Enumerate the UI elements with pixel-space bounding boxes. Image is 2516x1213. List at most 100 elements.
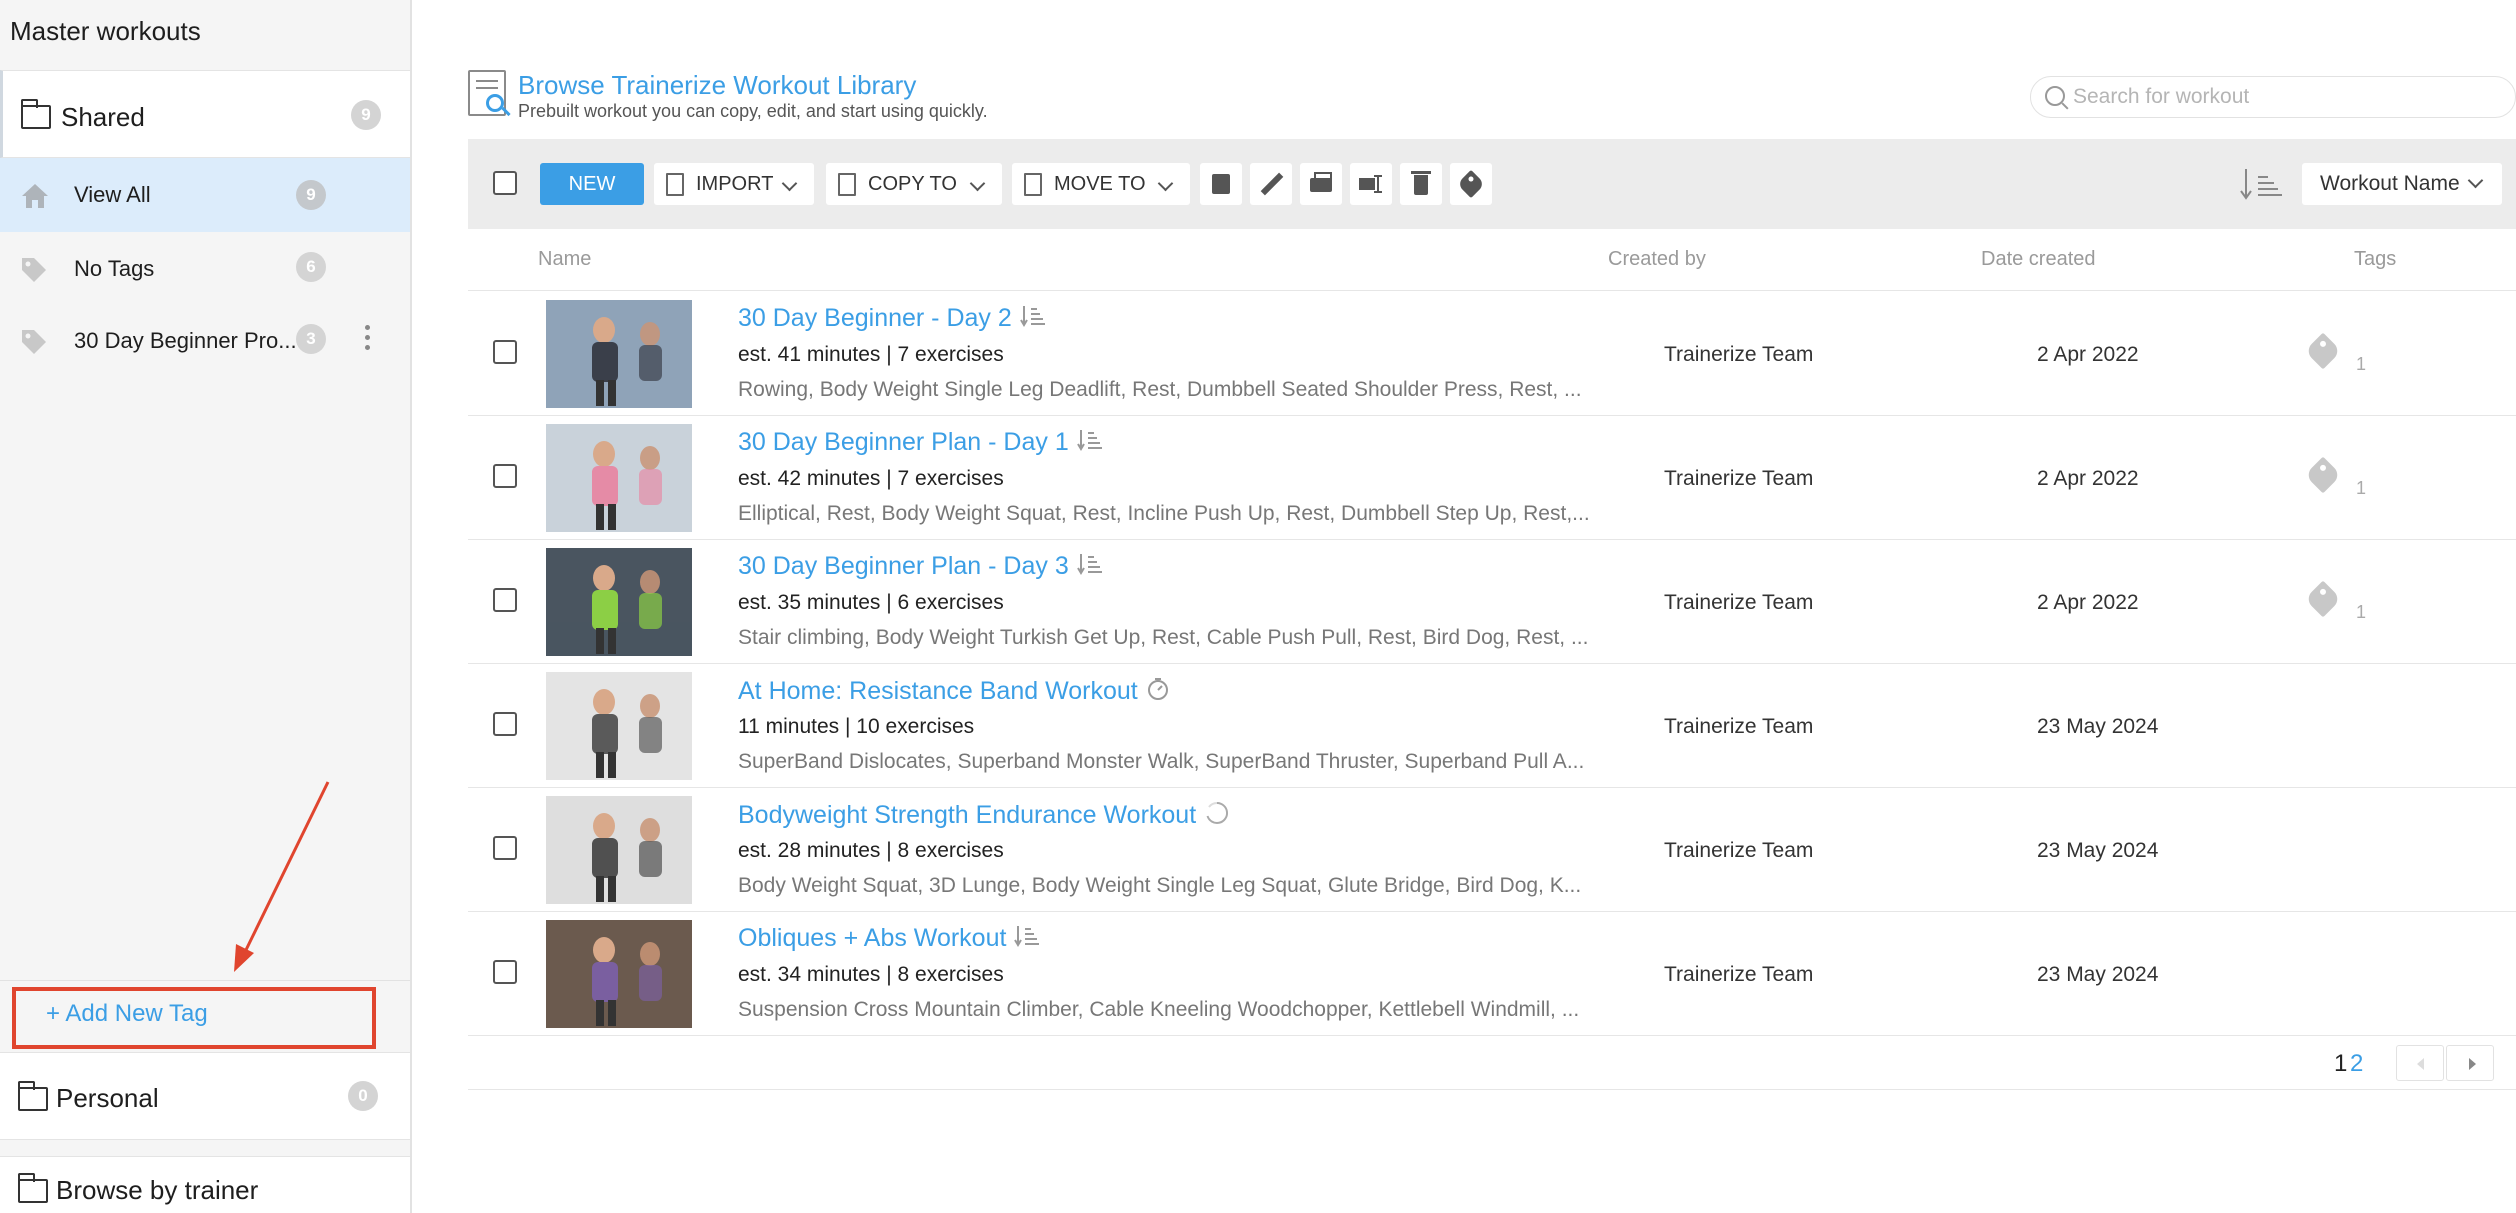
column-header-created-by[interactable]: Created by	[1608, 248, 1706, 271]
table-row[interactable]: 30 Day Beginner Plan - Day 3 est. 35 minu…	[468, 540, 2516, 664]
print-button[interactable]	[1300, 163, 1342, 205]
row-checkbox[interactable]	[493, 712, 517, 736]
column-header-tags[interactable]: Tags	[2354, 248, 2396, 271]
count-badge: 9	[296, 180, 326, 210]
sort-select-value: Workout Name	[2320, 172, 2460, 195]
workout-creator: Trainerize Team	[1664, 343, 1814, 366]
workout-meta: est. 34 minutes | 8 exercises	[738, 963, 1004, 986]
page-title[interactable]: Browse Trainerize Workout Library	[518, 70, 916, 101]
workout-thumbnail[interactable]	[546, 548, 692, 656]
prev-page-button[interactable]	[2396, 1045, 2444, 1081]
tag-icon	[1456, 169, 1486, 199]
column-header-name[interactable]: Name	[538, 248, 591, 271]
sidebar-folder-label: Personal	[56, 1083, 159, 1113]
workout-meta: est. 35 minutes | 6 exercises	[738, 591, 1004, 614]
delete-button[interactable]	[1400, 163, 1442, 205]
workout-name-link[interactable]: 30 Day Beginner - Day 2	[738, 304, 1046, 335]
workout-thumbnail[interactable]	[546, 920, 692, 1028]
copy-to-dropdown[interactable]: COPY TO	[826, 163, 1002, 205]
next-page-button[interactable]	[2446, 1045, 2494, 1081]
chevron-down-icon	[2467, 172, 2484, 189]
count-badge: 3	[296, 324, 326, 354]
search-input[interactable]	[2073, 82, 2493, 112]
list-sort-icon	[1076, 552, 1103, 583]
row-checkbox[interactable]	[493, 340, 517, 364]
workout-name: Obliques + Abs Workout	[738, 924, 1007, 953]
page-1-link[interactable]: 1	[2334, 1050, 2347, 1078]
row-checkbox[interactable]	[493, 960, 517, 984]
chevron-right-icon	[2469, 1058, 2476, 1070]
workout-thumbnail[interactable]	[546, 796, 692, 904]
table-row[interactable]: Obliques + Abs Workout est. 34 minutes | …	[468, 912, 2516, 1036]
page-2-link[interactable]: 2	[2350, 1050, 2363, 1078]
sidebar-folder-label: Browse by trainer	[56, 1175, 259, 1205]
copy-to-label: COPY TO	[868, 173, 957, 195]
tag-icon[interactable]	[2304, 332, 2342, 370]
tag-icon[interactable]	[2304, 456, 2342, 494]
workout-name-link[interactable]: At Home: Resistance Band Workout	[738, 676, 1170, 709]
row-checkbox[interactable]	[493, 588, 517, 612]
workout-thumbnail[interactable]	[546, 300, 692, 408]
tag-count: 1	[2356, 602, 2367, 622]
tag-button[interactable]	[1450, 163, 1492, 205]
sidebar-folder-personal[interactable]: Personal 0	[0, 1052, 410, 1140]
workout-date: 23 May 2024	[2037, 839, 2159, 862]
workout-name-link[interactable]: Bodyweight Strength Endurance Workout	[738, 800, 1230, 833]
sidebar-item-30-day-beginner[interactable]: 30 Day Beginner Pro... 3	[0, 304, 410, 376]
timer-icon	[1146, 676, 1170, 709]
sort-order-icon[interactable]	[2238, 167, 2284, 201]
chevron-left-icon	[2417, 1058, 2424, 1070]
workout-name: 30 Day Beginner - Day 2	[738, 304, 1012, 333]
sidebar-folder-label: Shared	[61, 102, 145, 132]
workout-name-link[interactable]: Obliques + Abs Workout	[738, 924, 1040, 955]
workout-meta: 11 minutes | 10 exercises	[738, 715, 975, 738]
edit-button[interactable]	[1250, 163, 1292, 205]
table-row[interactable]: Bodyweight Strength Endurance Workout est…	[468, 788, 2516, 912]
workout-exercises: Elliptical, Rest, Body Weight Squat, Res…	[738, 502, 1590, 525]
sidebar-item-label: View All	[74, 182, 151, 207]
tag-count: 1	[2356, 478, 2367, 498]
import-dropdown[interactable]: IMPORT	[654, 163, 814, 205]
duplicate-button[interactable]	[1200, 163, 1242, 205]
table-row[interactable]: 30 Day Beginner Plan - Day 1 est. 42 minu…	[468, 416, 2516, 540]
tag-icon	[22, 330, 46, 354]
workout-name-link[interactable]: 30 Day Beginner Plan - Day 3	[738, 552, 1103, 583]
row-checkbox[interactable]	[493, 836, 517, 860]
row-checkbox[interactable]	[493, 464, 517, 488]
sidebar-item-label: No Tags	[74, 256, 155, 281]
new-button[interactable]: NEW	[540, 163, 644, 205]
circuit-icon	[1204, 800, 1230, 833]
folder-icon	[21, 99, 51, 129]
workout-date: 2 Apr 2022	[2037, 467, 2139, 490]
sidebar-item-no-tags[interactable]: No Tags 6	[0, 232, 410, 304]
column-header-date-created[interactable]: Date created	[1981, 248, 2096, 271]
sidebar-folder-shared[interactable]: Shared 9	[0, 70, 410, 158]
table-row[interactable]: 30 Day Beginner - Day 2 est. 41 minutes |…	[468, 292, 2516, 416]
tag-icon	[22, 258, 46, 282]
workout-name: Bodyweight Strength Endurance Workout	[738, 801, 1197, 830]
tag-icon[interactable]	[2304, 580, 2342, 618]
divider	[468, 290, 2516, 291]
add-new-tag-link[interactable]: + Add New Tag	[46, 1000, 208, 1028]
rename-button[interactable]	[1350, 163, 1392, 205]
tag-count: 1	[2356, 354, 2367, 374]
sidebar-item-view-all[interactable]: View All 9	[0, 158, 410, 232]
workout-name-link[interactable]: 30 Day Beginner Plan - Day 1	[738, 428, 1103, 459]
workout-creator: Trainerize Team	[1664, 591, 1814, 614]
sidebar-folder-browse-by-trainer[interactable]: Browse by trainer	[0, 1156, 410, 1213]
workout-date: 2 Apr 2022	[2037, 343, 2139, 366]
list-sort-icon	[1014, 924, 1040, 955]
move-to-dropdown[interactable]: MOVE TO	[1012, 163, 1190, 205]
workout-thumbnail[interactable]	[546, 672, 692, 780]
more-options-icon[interactable]	[362, 322, 372, 358]
select-all-checkbox[interactable]	[493, 171, 517, 195]
workout-thumbnail[interactable]	[546, 424, 692, 532]
import-label: IMPORT	[696, 173, 774, 195]
workout-creator: Trainerize Team	[1664, 467, 1814, 490]
sort-select[interactable]: Workout Name	[2302, 163, 2502, 205]
library-search-icon	[468, 70, 511, 117]
workout-name: 30 Day Beginner Plan - Day 1	[738, 428, 1069, 457]
table-row[interactable]: At Home: Resistance Band Workout 11 minut…	[468, 664, 2516, 788]
sidebar: Master workouts Shared 9 View All 9 No T…	[0, 0, 412, 1213]
search-box	[2030, 76, 2516, 118]
